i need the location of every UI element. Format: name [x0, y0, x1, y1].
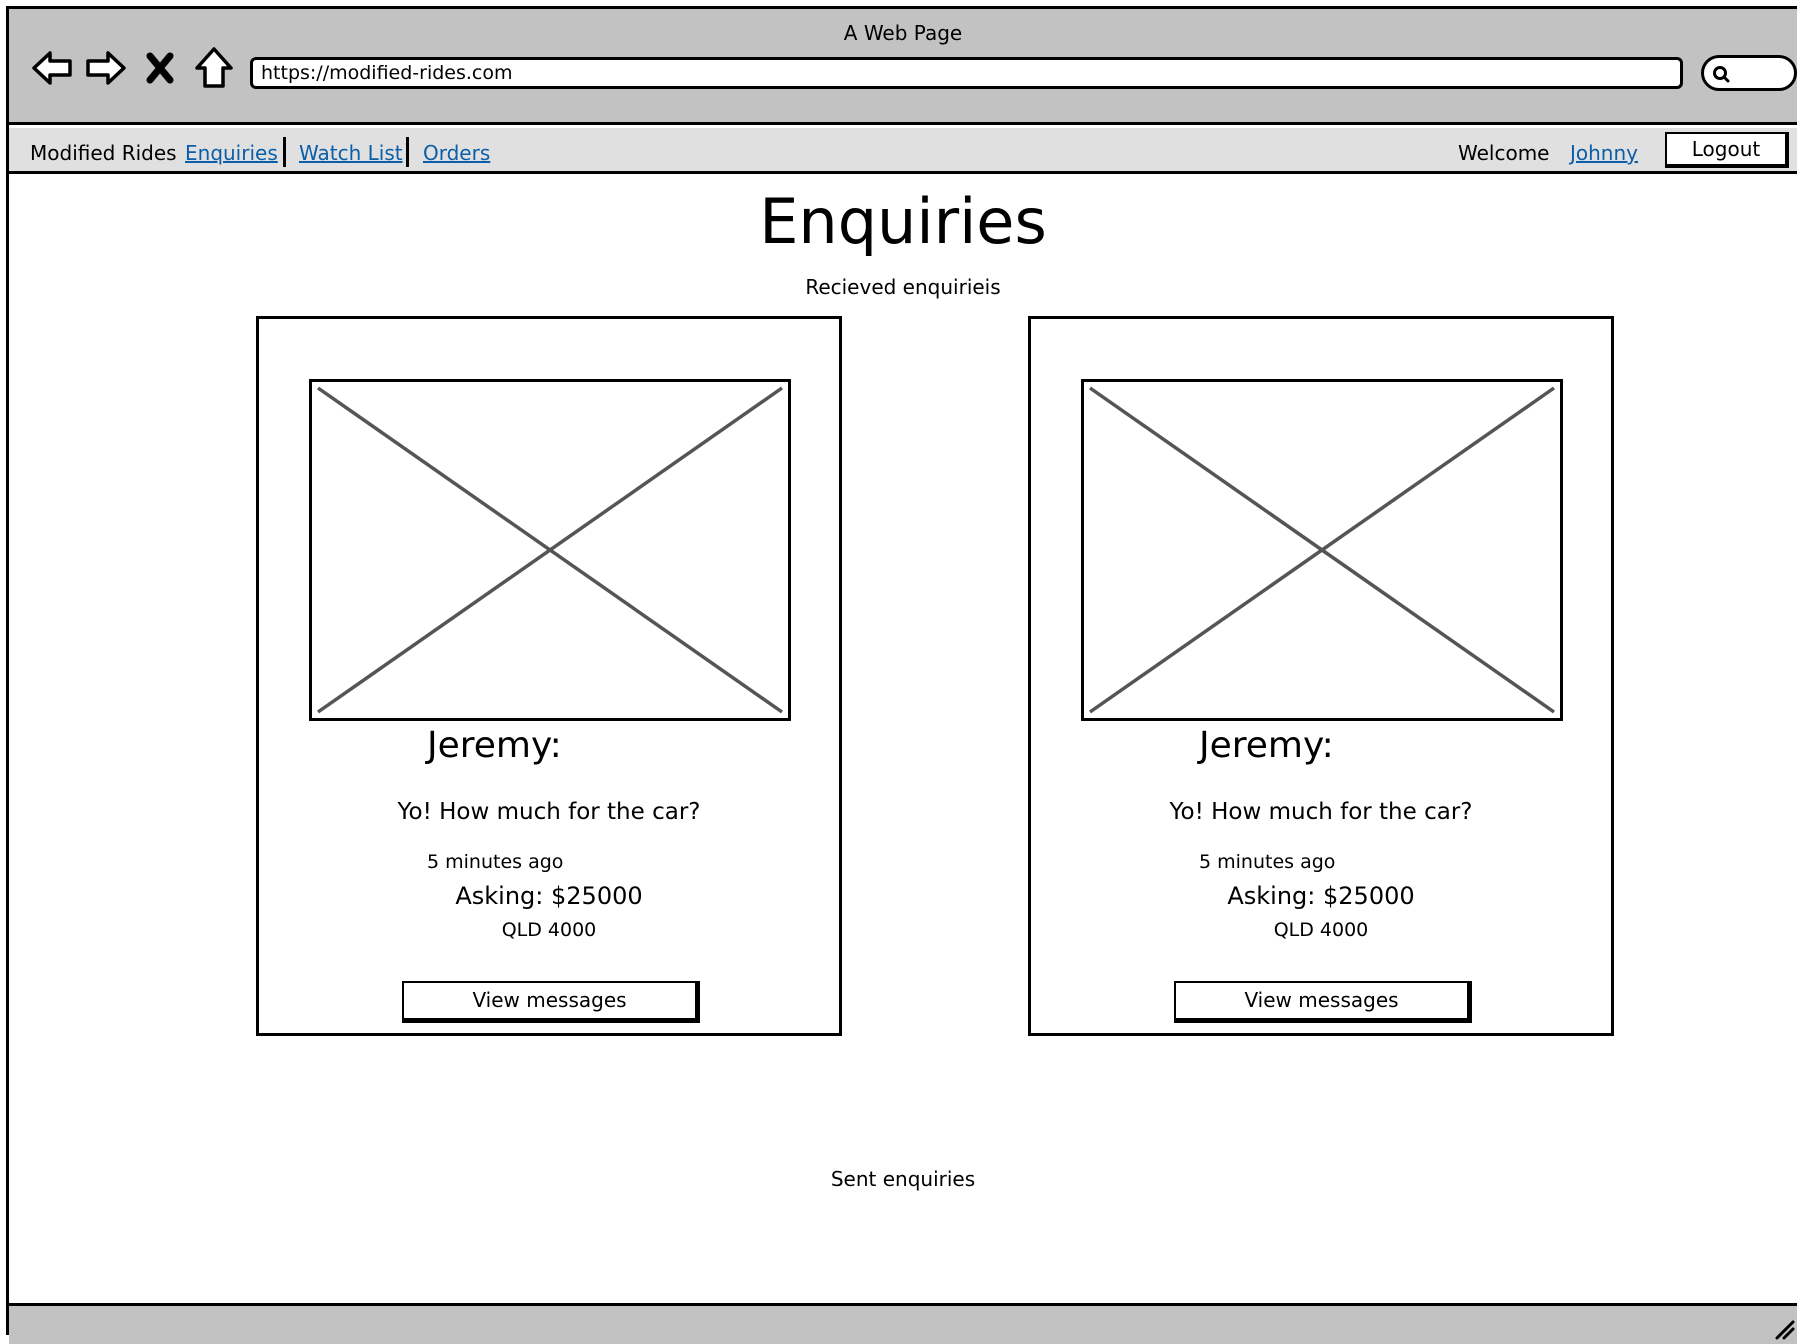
asking-price: Asking: $25000 — [455, 882, 643, 910]
browser-chrome: A Web Page — [9, 9, 1797, 125]
enquiry-card: Jeremy: Yo! How much for the car? 5 minu… — [256, 316, 842, 1036]
view-messages-button[interactable]: View messages — [1174, 981, 1472, 1023]
enquiry-location: QLD 4000 — [1273, 919, 1369, 941]
enquiry-sender: Jeremy: — [1199, 725, 1334, 766]
enquiry-time: 5 minutes ago — [427, 851, 564, 873]
enquiry-message: Yo! How much for the car? — [397, 799, 701, 825]
received-enquiries-heading: Recieved enquirieis — [805, 275, 1001, 299]
brand-name: Modified Rides — [30, 141, 177, 165]
image-placeholder — [309, 379, 791, 721]
browser-window: A Web Page https://modified-rides.com Mo… — [6, 6, 1797, 1344]
search-field[interactable] — [1701, 55, 1797, 91]
window-title: A Web Page — [843, 21, 963, 45]
view-messages-button[interactable]: View messages — [402, 981, 700, 1023]
logout-button[interactable]: Logout — [1665, 132, 1789, 168]
site-navbar: Modified Rides Enquiries Watch List Orde… — [9, 128, 1797, 174]
sent-enquiries-heading: Sent enquiries — [830, 1167, 976, 1191]
enquiry-sender: Jeremy: — [427, 725, 562, 766]
nav-separator — [406, 137, 409, 167]
enquiry-time: 5 minutes ago — [1199, 851, 1336, 873]
enquiry-message: Yo! How much for the car? — [1169, 799, 1473, 825]
url-input[interactable] — [250, 57, 1683, 89]
home-icon[interactable] — [191, 45, 237, 91]
user-profile-link[interactable]: Johnny — [1570, 141, 1638, 165]
image-placeholder — [1081, 379, 1563, 721]
nav-link-enquiries[interactable]: Enquiries — [185, 141, 278, 165]
forward-arrow-icon[interactable] — [83, 45, 129, 91]
stop-icon[interactable] — [137, 45, 183, 91]
search-icon — [1713, 66, 1730, 83]
page-title: Enquiries — [759, 185, 1047, 258]
window-status-bar — [9, 1303, 1797, 1344]
resize-handle-icon[interactable] — [1773, 1318, 1795, 1340]
back-arrow-icon[interactable] — [29, 45, 75, 91]
enquiry-card: Jeremy: Yo! How much for the car? 5 minu… — [1028, 316, 1614, 1036]
asking-price: Asking: $25000 — [1227, 882, 1415, 910]
enquiry-location: QLD 4000 — [501, 919, 597, 941]
nav-separator — [283, 137, 286, 167]
nav-link-orders[interactable]: Orders — [423, 141, 490, 165]
browser-nav-icons — [29, 45, 237, 91]
nav-link-watch-list[interactable]: Watch List — [299, 141, 403, 165]
welcome-text: Welcome — [1458, 141, 1550, 165]
